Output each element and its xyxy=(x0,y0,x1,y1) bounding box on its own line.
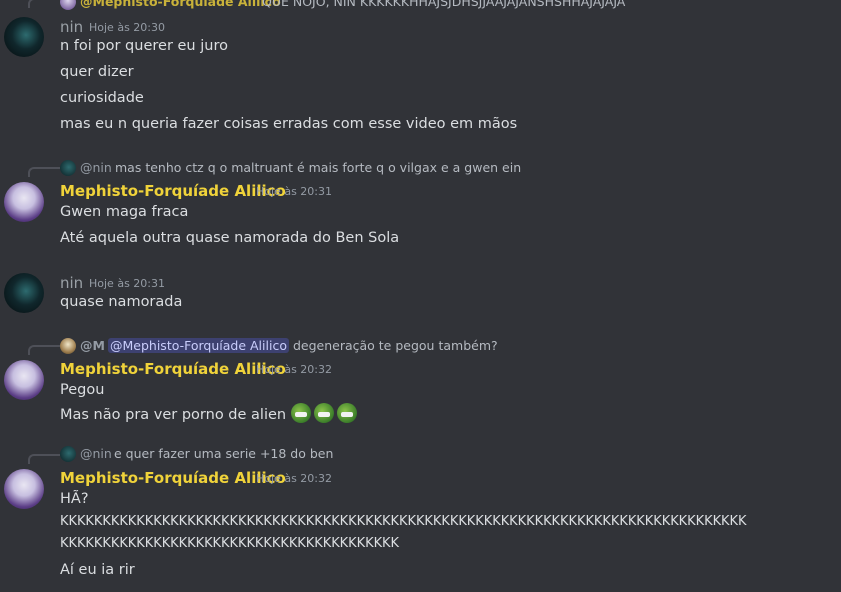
message-text: quer dizer xyxy=(60,64,134,80)
message-text: mas eu n queria fazer coisas erradas com… xyxy=(60,116,518,132)
message-timestamp: Hoje às 20:32 xyxy=(256,363,332,376)
message-author[interactable]: nin xyxy=(60,18,83,36)
grimacing-frog-emoji[interactable] xyxy=(336,403,357,423)
message-text: curiosidade xyxy=(60,90,144,106)
reply-preview-body: degeneração te pegou também? xyxy=(292,338,498,353)
reply-preview-text[interactable]: @Mephisto-Forquíade Alilico degeneração … xyxy=(108,338,498,353)
grimacing-frog-emoji[interactable] xyxy=(313,403,334,423)
message-author[interactable]: nin xyxy=(60,274,83,292)
avatar[interactable] xyxy=(4,469,44,509)
reply-preview-text[interactable]: e quer fazer uma serie +18 do ben xyxy=(114,446,333,461)
message-text: quase namorada xyxy=(60,294,183,310)
grimacing-frog-emoji[interactable] xyxy=(290,403,311,423)
message-author[interactable]: Mephisto-Forquíade Alilico xyxy=(60,182,286,200)
message-timestamp: Hoje às 20:32 xyxy=(256,472,332,485)
message-author[interactable]: Mephisto-Forquíade Alilico xyxy=(60,360,286,378)
message-text: Pegou xyxy=(60,382,105,398)
message-text: Aí eu ia rir xyxy=(60,562,135,578)
reply-avatar xyxy=(60,338,76,354)
reply-author[interactable]: @M xyxy=(80,338,105,353)
message-text: KKKKKKKKKKKKKKKKKKKKKKKKKKKKKKKKKKKKKKKK… xyxy=(60,514,747,529)
avatar[interactable] xyxy=(4,17,44,57)
reply-author[interactable]: @nin xyxy=(80,446,112,461)
reply-avatar xyxy=(60,0,76,10)
avatar[interactable] xyxy=(4,360,44,400)
avatar[interactable] xyxy=(4,273,44,313)
message-text: Mas não pra ver porno de alien xyxy=(60,403,360,423)
user-mention[interactable]: @Mephisto-Forquíade Alilico xyxy=(108,338,289,353)
message-text: HÃ? xyxy=(60,491,89,507)
reply-avatar xyxy=(60,446,76,462)
message-text: Gwen maga fraca xyxy=(60,204,189,220)
reply-preview-text[interactable]: mas tenho ctz q o maltruant é mais forte… xyxy=(115,160,521,175)
reply-avatar xyxy=(60,160,76,176)
message-timestamp: Hoje às 20:30 xyxy=(89,21,165,34)
message-author[interactable]: Mephisto-Forquíade Alilico xyxy=(60,469,286,487)
reply-preview-text[interactable]: QUE NOJO, NIN KKKKKKHHAJSJDHSJJAAJAJANSH… xyxy=(262,0,625,9)
message-timestamp: Hoje às 20:31 xyxy=(89,277,165,290)
message-text: n foi por querer eu juro xyxy=(60,38,228,54)
message-line: Mas não pra ver porno de alien xyxy=(60,407,287,423)
message-timestamp: Hoje às 20:31 xyxy=(256,185,332,198)
reply-author[interactable]: @nin xyxy=(80,160,112,175)
reply-author[interactable]: @Mephisto-Forquíade Alilico xyxy=(80,0,281,9)
message-text: KKKKKKKKKKKKKKKKKKKKKKKKKKKKKKKKKKKKKKKK xyxy=(60,536,399,551)
message-text: Até aquela outra quase namorada do Ben S… xyxy=(60,230,400,246)
avatar[interactable] xyxy=(4,182,44,222)
